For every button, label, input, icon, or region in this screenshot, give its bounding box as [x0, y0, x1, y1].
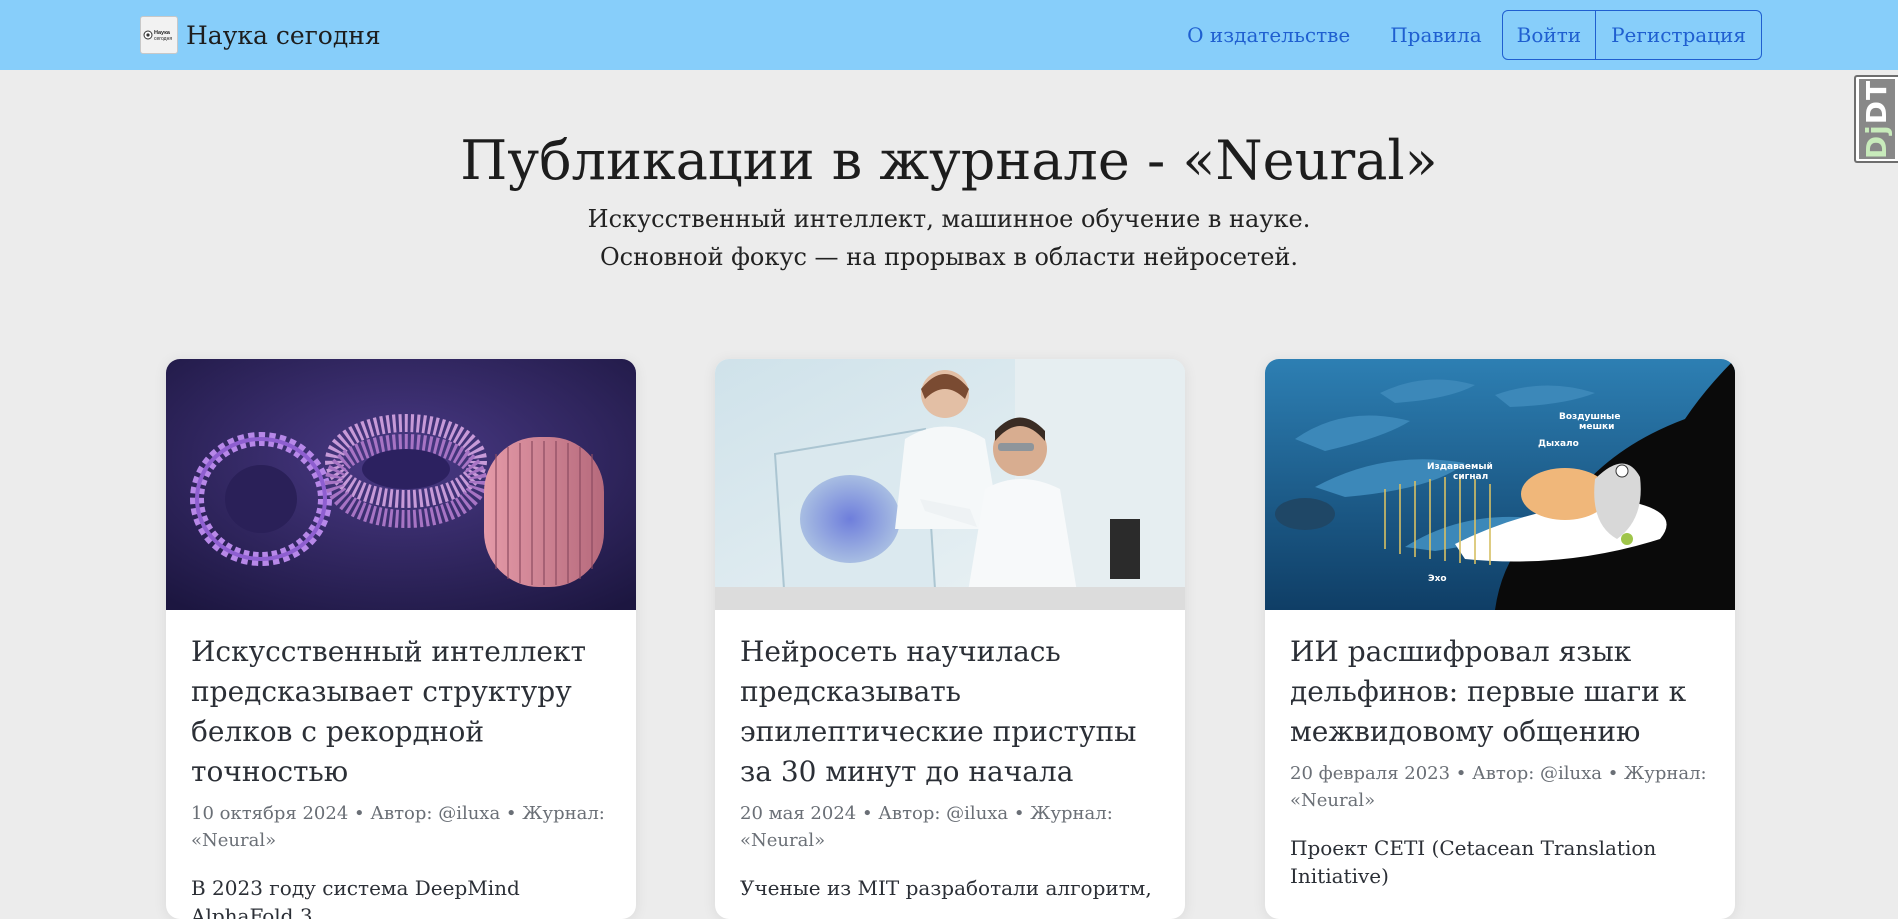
nav-about-link[interactable]: О издательстве: [1167, 10, 1370, 60]
brand-link[interactable]: Наука сегодня Наука сегодня: [140, 16, 381, 54]
article-meta: 20 февраля 2023 • Автор: @iluxa • Журнал…: [1290, 763, 1707, 811]
label-air-sacs-2: мешки: [1579, 422, 1614, 432]
auth-button-group: Войти Регистрация: [1501, 10, 1762, 60]
label-blowhole: Дыхало: [1538, 439, 1579, 449]
brand-name[interactable]: Наука сегодня: [186, 21, 381, 50]
article-title[interactable]: ИИ расшифровал язык дельфинов: первые ша…: [1290, 632, 1710, 752]
logo-text-bottom: сегодня: [154, 36, 172, 42]
article-title[interactable]: Искусственный интеллект предсказывает ст…: [191, 632, 611, 792]
brand-logo: Наука сегодня: [140, 16, 178, 54]
login-button[interactable]: Войти: [1503, 11, 1595, 59]
page-title: Публикации в журнале - «Neural»: [460, 129, 1438, 192]
nav-rules-link[interactable]: Правила: [1370, 10, 1501, 60]
article-meta: 20 мая 2024 • Автор: @iluxa • Журнал: «N…: [740, 803, 1113, 851]
article-image-lab: [715, 359, 1185, 610]
label-air-sacs-1: Воздушные: [1559, 412, 1620, 422]
page-subtitle: Искусственный интеллект, машинное обучен…: [587, 205, 1311, 271]
debug-toolbar-label-dt: DT: [1860, 79, 1894, 124]
article-excerpt: Ученые из MIT разработали алгоритм,: [740, 876, 1152, 900]
brand-logo-image: Наука сегодня: [143, 30, 172, 42]
navbar: Наука сегодня Наука сегодня О издательст…: [0, 0, 1898, 70]
nav-links: О издательстве Правила Войти Регистрация: [1167, 10, 1762, 60]
article-card[interactable]: Воздушные мешки Дыхало Издаваемый сигнал…: [1265, 359, 1735, 919]
label-echo: Эхо: [1428, 574, 1447, 584]
article-title[interactable]: Нейросеть научилась предсказывать эпилеп…: [740, 632, 1160, 792]
article-meta: 10 октября 2024 • Автор: @iluxa • Журнал…: [191, 803, 605, 851]
article-card-body: Искусственный интеллект предсказывает ст…: [166, 610, 636, 919]
label-signal-2: сигнал: [1453, 472, 1488, 482]
article-image-dolphins: Воздушные мешки Дыхало Издаваемый сигнал…: [1265, 359, 1735, 610]
label-signal-1: Издаваемый: [1427, 462, 1493, 472]
register-button[interactable]: Регистрация: [1595, 11, 1761, 59]
article-card-body: ИИ расшифровал язык дельфинов: первые ша…: [1265, 610, 1735, 890]
article-card-body: Нейросеть научилась предсказывать эпилеп…: [715, 610, 1185, 902]
article-excerpt: Проект CETI (Cetacean Translation Initia…: [1290, 836, 1657, 888]
article-card[interactable]: Искусственный интеллект предсказывает ст…: [166, 359, 636, 919]
article-card[interactable]: Нейросеть научилась предсказывать эпилеп…: [715, 359, 1185, 919]
hero: Публикации в журнале - «Neural» Искусств…: [0, 124, 1898, 276]
article-excerpt: В 2023 году система DeepMind AlphaFold 3: [191, 876, 520, 919]
article-image-protein: [166, 359, 636, 610]
